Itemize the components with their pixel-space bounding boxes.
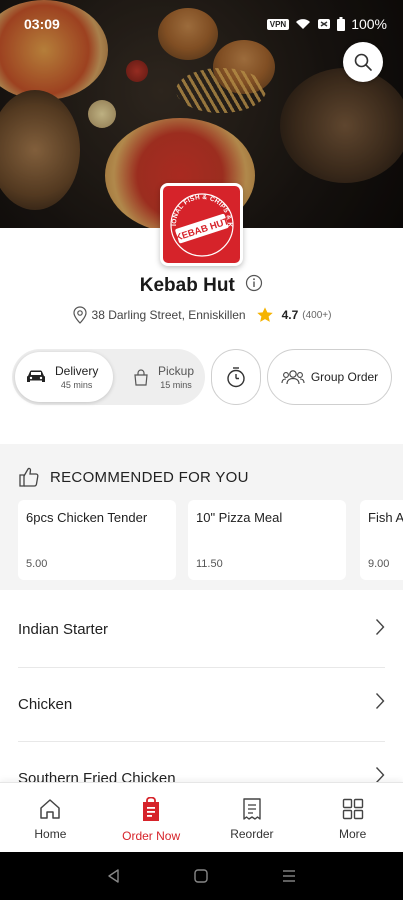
item-price: 9.00 bbox=[368, 558, 390, 570]
bottom-navigation: Home Order Now Reorder More bbox=[0, 782, 403, 852]
back-icon[interactable] bbox=[106, 868, 122, 884]
search-icon bbox=[354, 53, 372, 71]
pickup-label: Pickup bbox=[158, 364, 195, 378]
car-icon bbox=[27, 370, 45, 382]
grid-icon bbox=[342, 798, 363, 820]
category-row-indian-starter[interactable]: Indian Starter bbox=[0, 594, 403, 668]
item-name: Fish A bbox=[368, 510, 403, 525]
system-navigation-bar bbox=[0, 852, 403, 900]
status-bar: 03:09 VPN 100% bbox=[0, 0, 403, 48]
battery-percent: 100% bbox=[351, 16, 387, 32]
search-button[interactable] bbox=[343, 42, 383, 82]
recommended-section: RECOMMENDED FOR YOU 6pcs Chicken Tender … bbox=[0, 444, 403, 590]
order-bag-icon bbox=[143, 797, 160, 821]
no-sim-icon bbox=[318, 19, 331, 29]
delivery-option[interactable]: Delivery 45 mins bbox=[15, 352, 113, 402]
receipt-icon bbox=[243, 798, 261, 820]
recommended-item-card[interactable]: 10" Pizza Meal 11.50 bbox=[188, 500, 346, 580]
nav-order-now[interactable]: Order Now bbox=[101, 783, 202, 852]
pickup-time: 15 mins bbox=[160, 380, 192, 390]
recents-icon[interactable] bbox=[281, 868, 297, 884]
home-circle-icon[interactable] bbox=[193, 868, 209, 884]
recommended-item-card[interactable]: Fish A 9.00 bbox=[360, 500, 403, 580]
schedule-order-button[interactable] bbox=[211, 349, 261, 405]
wifi-icon bbox=[296, 19, 311, 29]
category-name: Indian Starter bbox=[18, 621, 109, 638]
group-users-icon bbox=[281, 370, 305, 385]
location-pin-icon bbox=[72, 306, 87, 324]
star-icon bbox=[256, 307, 273, 322]
delivery-time: 45 mins bbox=[60, 380, 93, 390]
group-order-label: Group Order bbox=[310, 370, 379, 384]
logo-emblem: TRADITIONAL FISH & CHIPS & KEBABS KEBAB … bbox=[166, 189, 234, 257]
status-time: 03:09 bbox=[24, 16, 60, 32]
nav-order-now-label: Order Now bbox=[122, 829, 181, 843]
item-name: 6pcs Chicken Tender bbox=[26, 510, 148, 525]
item-name: 10" Pizza Meal bbox=[196, 510, 283, 525]
chevron-right-icon bbox=[375, 619, 385, 635]
pickup-option[interactable]: Pickup 15 mins bbox=[120, 352, 202, 402]
info-icon[interactable] bbox=[245, 274, 263, 297]
nav-more[interactable]: More bbox=[302, 783, 403, 852]
timer-icon bbox=[227, 367, 245, 388]
bag-icon bbox=[134, 369, 148, 386]
item-price: 5.00 bbox=[26, 558, 48, 570]
item-price: 11.50 bbox=[196, 558, 223, 570]
address-row: 38 Darling Street, Enniskillen 4.7 (400+… bbox=[0, 306, 403, 324]
nav-home-label: Home bbox=[34, 827, 67, 841]
vpn-badge: VPN bbox=[266, 18, 290, 30]
category-row-chicken[interactable]: Chicken bbox=[0, 668, 403, 742]
delivery-label: Delivery bbox=[55, 364, 99, 378]
nav-reorder[interactable]: Reorder bbox=[202, 783, 303, 852]
rating-count: (400+) bbox=[302, 309, 332, 321]
rating-value: 4.7 bbox=[281, 308, 299, 322]
recommended-item-card[interactable]: 6pcs Chicken Tender 5.00 bbox=[18, 500, 176, 580]
nav-reorder-label: Reorder bbox=[230, 827, 274, 841]
battery-icon bbox=[337, 17, 346, 31]
recommended-title: RECOMMENDED FOR YOU bbox=[50, 468, 249, 486]
order-mode-toggle: Delivery 45 mins Pickup 15 mins bbox=[12, 349, 205, 405]
restaurant-logo: TRADITIONAL FISH & CHIPS & KEBABS KEBAB … bbox=[160, 183, 243, 266]
recommended-header: RECOMMENDED FOR YOU bbox=[18, 466, 249, 488]
restaurant-address: 38 Darling Street, Enniskillen bbox=[91, 308, 246, 322]
nav-more-label: More bbox=[338, 827, 367, 841]
restaurant-title-row: Kebab Hut bbox=[0, 274, 403, 297]
restaurant-name: Kebab Hut bbox=[139, 274, 235, 296]
category-name: Chicken bbox=[18, 696, 73, 713]
thumbs-up-icon bbox=[19, 467, 39, 487]
home-icon bbox=[40, 799, 61, 819]
nav-home[interactable]: Home bbox=[0, 783, 101, 852]
group-order-button[interactable]: Group Order bbox=[267, 349, 392, 405]
chevron-right-icon bbox=[375, 693, 385, 709]
svg-text:KEBAB HUT: KEBAB HUT bbox=[174, 216, 231, 244]
